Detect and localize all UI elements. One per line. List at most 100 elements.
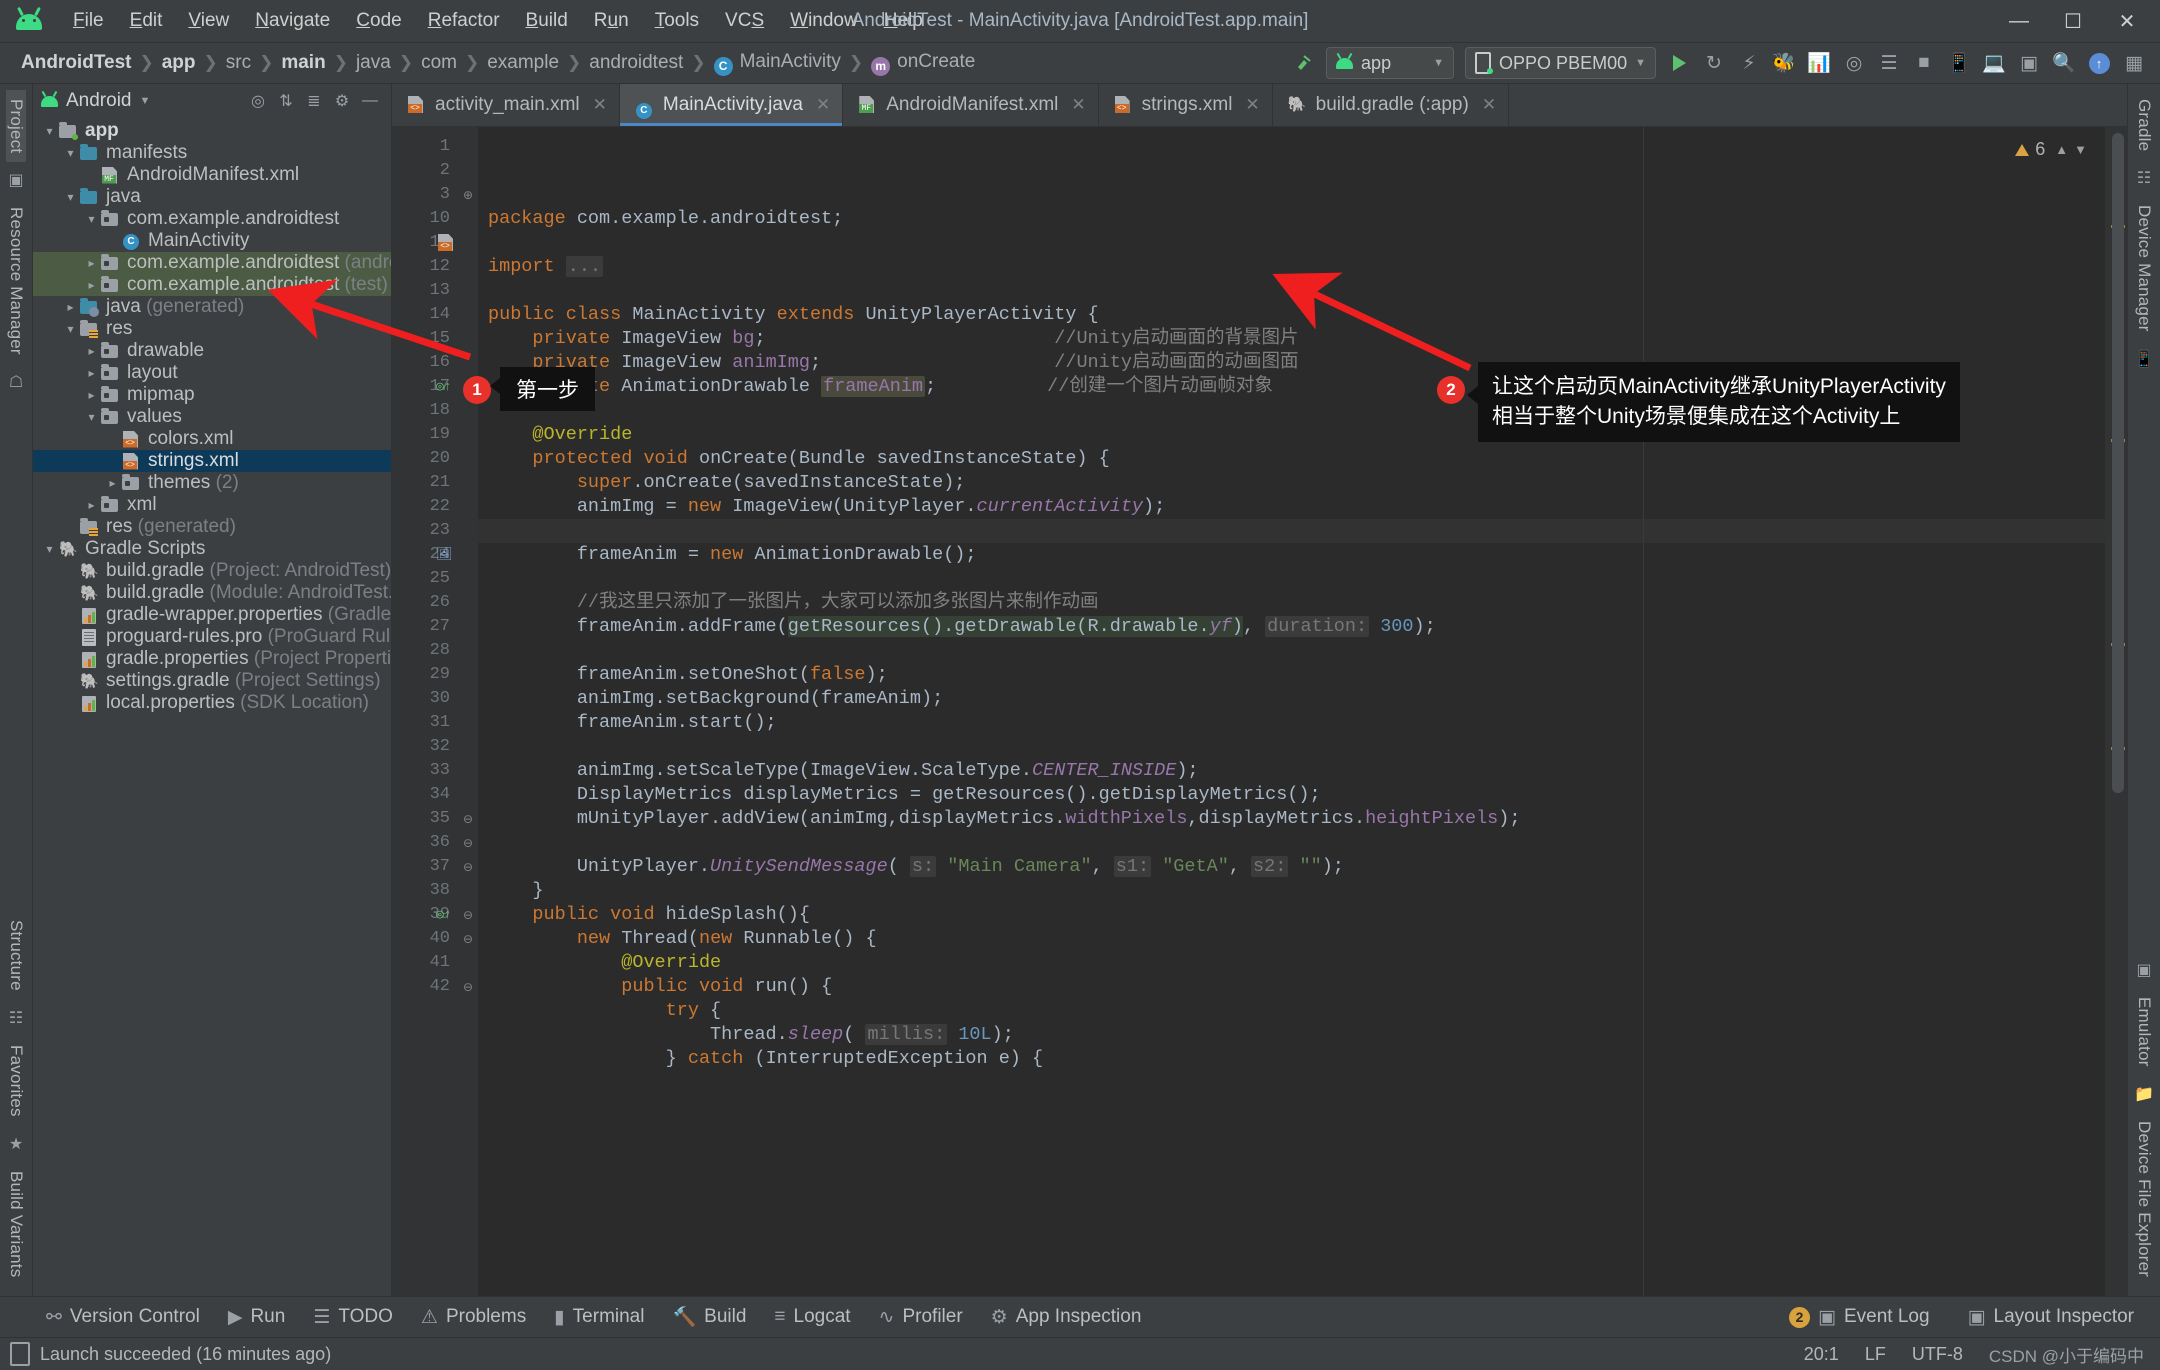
tool-window-logcat[interactable]: ≡ Logcat — [762, 1302, 862, 1332]
chevron-down-icon[interactable]: ▼ — [2074, 142, 2087, 157]
tree-expander[interactable]: ▸ — [83, 366, 100, 380]
file-encoding[interactable]: UTF-8 — [1912, 1344, 1963, 1365]
search-everywhere-icon[interactable]: 🔍 — [2048, 48, 2080, 78]
tree-expander[interactable]: ▾ — [83, 410, 100, 424]
caret-position[interactable]: 20:1 — [1804, 1344, 1839, 1365]
tree-row[interactable]: ▾ manifests — [33, 142, 391, 164]
hide-panel-icon[interactable]: — — [357, 88, 383, 114]
debug-icon[interactable]: 🐝 — [1768, 48, 1800, 78]
tree-row[interactable]: 🐘 settings.gradle (Project Settings) — [33, 670, 391, 692]
fold-marker[interactable] — [458, 135, 478, 159]
editor-scrollbar[interactable] — [2105, 127, 2127, 1296]
menu-view[interactable]: View — [175, 6, 242, 36]
line-separator[interactable]: LF — [1865, 1344, 1886, 1365]
layout-inspector-icon[interactable]: ▣ — [2013, 48, 2045, 78]
menu-window[interactable]: Window — [777, 6, 871, 36]
tree-expander[interactable]: ▾ — [83, 212, 100, 226]
tree-expander[interactable]: ▸ — [83, 344, 100, 358]
sidebar-item-emulator[interactable]: Emulator — [2134, 988, 2154, 1076]
fold-marker[interactable] — [458, 351, 478, 375]
tree-row[interactable]: 🐘 build.gradle (Module: AndroidTest.app) — [33, 582, 391, 604]
sidebar-item-structure[interactable]: Structure — [6, 911, 26, 1000]
chevron-down-icon[interactable]: ▼ — [140, 95, 151, 107]
tree-row[interactable]: ▾ values — [33, 406, 391, 428]
menu-navigate[interactable]: Navigate — [242, 6, 343, 36]
fold-marker[interactable] — [458, 207, 478, 231]
fold-marker[interactable] — [458, 159, 478, 183]
fold-marker[interactable] — [458, 711, 478, 735]
tree-row[interactable]: ▸ java (generated) — [33, 296, 391, 318]
sidebar-item-device-file-explorer[interactable]: Device File Explorer — [2134, 1112, 2154, 1286]
sidebar-item-device-manager[interactable]: Device Manager — [2134, 196, 2154, 341]
tree-row[interactable]: ▸ layout — [33, 362, 391, 384]
tree-expander[interactable]: ▸ — [83, 256, 100, 270]
inspection-status[interactable]: 6 ▲ ▼ — [2015, 139, 2087, 160]
tree-row[interactable]: ▾ 🐘 Gradle Scripts — [33, 538, 391, 560]
fold-marker[interactable] — [458, 567, 478, 591]
tree-row[interactable]: ▸ com.example.androidtest (test) — [33, 274, 391, 296]
tree-row[interactable]: ▸ com.example.androidtest (androidTest) — [33, 252, 391, 274]
close-tab-icon[interactable]: ✕ — [593, 95, 607, 115]
editor-tab[interactable]: <> activity_main.xml ✕ — [392, 84, 620, 126]
code-editor[interactable]: 12310<>111213141516◎↑17181920212223🖼2425… — [392, 127, 2127, 1296]
tree-expander[interactable]: ▸ — [62, 300, 79, 314]
close-tab-icon[interactable]: ✕ — [1071, 95, 1085, 115]
menu-build[interactable]: Build — [513, 6, 581, 36]
fold-marker[interactable] — [458, 327, 478, 351]
fold-marker[interactable]: ⊕ — [458, 183, 478, 207]
menu-code[interactable]: Code — [343, 6, 414, 36]
fold-marker[interactable] — [458, 495, 478, 519]
tree-row[interactable]: MF AndroidManifest.xml — [33, 164, 391, 186]
tool-window-terminal[interactable]: ▮ Terminal — [542, 1302, 656, 1333]
fold-marker[interactable] — [458, 783, 478, 807]
fold-marker[interactable] — [458, 759, 478, 783]
tool-window-profiler[interactable]: ∿ Profiler — [867, 1302, 975, 1333]
tool-window-app-inspection[interactable]: ⚙ App Inspection — [979, 1302, 1154, 1333]
tree-row[interactable]: <> colors.xml — [33, 428, 391, 450]
fold-marker[interactable] — [458, 615, 478, 639]
avd-manager-icon[interactable]: 📱 — [1943, 48, 1975, 78]
attach-debugger-icon[interactable]: ◎ — [1838, 48, 1870, 78]
sdk-manager-icon[interactable]: ☰ — [1873, 48, 1905, 78]
fold-marker[interactable] — [458, 279, 478, 303]
close-tab-icon[interactable]: ✕ — [1482, 95, 1496, 115]
fold-marker[interactable] — [458, 303, 478, 327]
tree-row[interactable]: C MainActivity — [33, 230, 391, 252]
menu-run[interactable]: Run — [581, 6, 642, 36]
breadcrumb-item-8[interactable]: C MainActivity — [709, 49, 846, 78]
tool-window-run[interactable]: ▶ Run — [216, 1302, 297, 1333]
tree-row[interactable]: gradle-wrapper.properties (Gradle Versio… — [33, 604, 391, 626]
tree-row[interactable]: ▸ mipmap — [33, 384, 391, 406]
breadcrumb-item-3[interactable]: main — [276, 50, 330, 76]
close-button[interactable]: ✕ — [2100, 0, 2154, 42]
update-icon[interactable]: ↑ — [2083, 48, 2115, 78]
fold-marker[interactable]: ⊖ — [458, 855, 478, 879]
tool-window-layout-inspector[interactable]: ▣ Layout Inspector — [1956, 1302, 2146, 1333]
breadcrumb-item-7[interactable]: androidtest — [584, 50, 688, 76]
settings-gear-icon[interactable]: ⚙ — [329, 88, 355, 114]
code-content[interactable]: package com.example.androidtest; import … — [478, 127, 2105, 1296]
device-selector[interactable]: OPPO PBEM00 ▼ — [1465, 47, 1656, 79]
tree-row[interactable]: local.properties (SDK Location) — [33, 692, 391, 714]
rerun-icon[interactable]: ↻ — [1698, 48, 1730, 78]
tree-row[interactable]: proguard-rules.pro (ProGuard Rules for A… — [33, 626, 391, 648]
expand-all-icon[interactable]: ⇅ — [273, 88, 299, 114]
run-button[interactable] — [1663, 48, 1695, 78]
tree-expander[interactable]: ▸ — [83, 278, 100, 292]
menu-file[interactable]: File — [60, 6, 117, 36]
tree-row[interactable]: 🐘 build.gradle (Project: AndroidTest) — [33, 560, 391, 582]
tree-row[interactable]: ▾ com.example.androidtest — [33, 208, 391, 230]
editor-tab[interactable]: C MainActivity.java ✕ — [619, 84, 844, 126]
tree-row[interactable]: ▾ java — [33, 186, 391, 208]
sidebar-item-build-variants[interactable]: Build Variants — [6, 1162, 26, 1286]
editor-tab[interactable]: 🐘 build.gradle (:app) ✕ — [1273, 84, 1510, 126]
fold-marker[interactable] — [458, 519, 478, 543]
fold-marker[interactable] — [458, 687, 478, 711]
fold-marker[interactable]: ⊖ — [458, 927, 478, 951]
maximize-button[interactable]: ☐ — [2046, 0, 2100, 42]
fold-marker[interactable] — [458, 639, 478, 663]
tree-row[interactable]: ▾ app — [33, 120, 391, 142]
tool-window-version-control[interactable]: ⚯ Version Control — [34, 1302, 212, 1333]
minimize-button[interactable]: — — [1992, 0, 2046, 42]
editor-tab[interactable]: MF AndroidManifest.xml ✕ — [843, 84, 1099, 126]
